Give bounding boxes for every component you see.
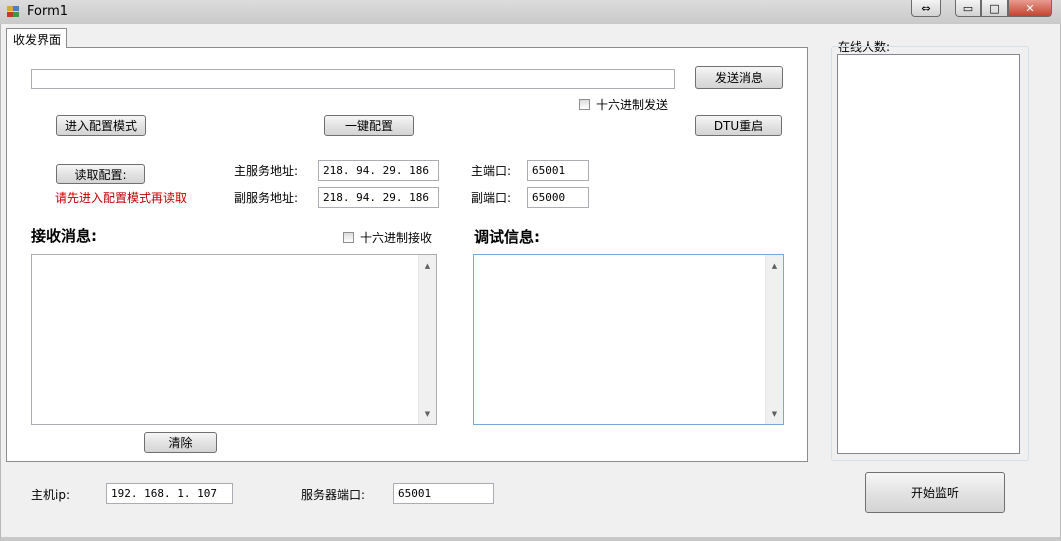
window-title: Form1	[27, 4, 69, 19]
scroll-up-icon[interactable]: ▲	[766, 257, 783, 274]
hex-receive-checkbox[interactable]: 十六进制接收	[343, 229, 432, 246]
main-server-input[interactable]: 218. 94. 29. 186	[318, 160, 439, 181]
receive-title: 接收消息:	[31, 227, 97, 245]
sub-server-label: 副服务地址:	[234, 191, 299, 205]
hex-send-checkbox[interactable]: 十六进制发送	[579, 96, 668, 113]
close-icon[interactable]: ✕	[1008, 0, 1052, 17]
start-listen-button[interactable]: 开始监听	[865, 472, 1005, 513]
clear-button[interactable]: 清除	[144, 432, 217, 453]
minimize-icon[interactable]: ▭	[955, 0, 981, 17]
online-users-list[interactable]	[837, 54, 1020, 454]
main-port-label: 主端口:	[471, 164, 512, 178]
title-bar: Form1 ⇔ ▭ □ ✕	[0, 0, 1061, 24]
send-button[interactable]: 发送消息	[695, 66, 783, 89]
enter-config-button[interactable]: 进入配置模式	[56, 115, 146, 136]
sub-port-label: 副端口:	[471, 191, 512, 205]
scroll-up-icon[interactable]: ▲	[419, 257, 436, 274]
main-port-input[interactable]: 65001	[527, 160, 589, 181]
one-key-config-button[interactable]: 一键配置	[324, 115, 414, 136]
app-icon	[7, 6, 20, 18]
dtu-restart-button[interactable]: DTU重启	[695, 115, 782, 136]
sub-server-input[interactable]: 218. 94. 29. 186	[318, 187, 439, 208]
scroll-down-icon[interactable]: ▼	[766, 405, 783, 422]
restore-icon[interactable]: ⇔	[911, 0, 941, 17]
hex-send-label: 十六进制发送	[596, 98, 669, 112]
debug-title: 调试信息:	[474, 228, 540, 246]
main-server-label: 主服务地址:	[234, 164, 299, 178]
scroll-down-icon[interactable]: ▼	[419, 405, 436, 422]
maximize-icon[interactable]: □	[981, 0, 1008, 17]
receive-scrollbar[interactable]: ▲ ▼	[418, 255, 436, 424]
sub-port-input[interactable]: 65000	[527, 187, 589, 208]
host-ip-input[interactable]: 192. 168. 1. 107	[106, 483, 233, 504]
host-ip-label: 主机ip:	[31, 488, 70, 502]
config-warning-text: 请先进入配置模式再读取	[55, 191, 188, 205]
debug-textarea[interactable]: ▲ ▼	[473, 254, 784, 425]
hex-receive-checkbox-box[interactable]	[343, 232, 354, 243]
read-config-button[interactable]: 读取配置:	[56, 164, 145, 184]
message-input[interactable]	[31, 69, 675, 89]
server-port-input[interactable]: 65001	[393, 483, 494, 504]
hex-receive-label: 十六进制接收	[360, 231, 433, 245]
tab-send-receive[interactable]: 收发界面	[6, 28, 67, 48]
receive-textarea[interactable]: ▲ ▼	[31, 254, 437, 425]
server-port-label: 服务器端口:	[301, 488, 366, 502]
hex-send-checkbox-box[interactable]	[579, 99, 590, 110]
debug-scrollbar[interactable]: ▲ ▼	[765, 255, 783, 424]
